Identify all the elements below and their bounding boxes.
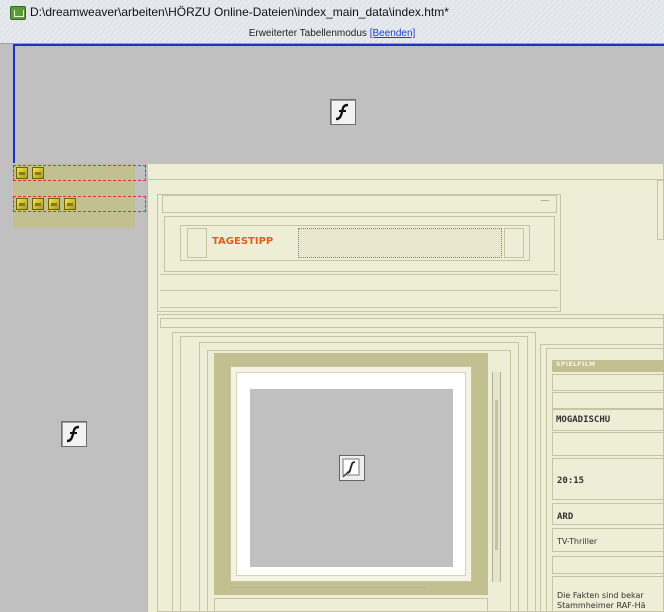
- program-description-line1: Die Fakten sind bekar: [557, 591, 644, 600]
- top-table-row: [147, 163, 664, 180]
- tagestipp-footer-rows: [160, 274, 558, 308]
- info-row: [552, 432, 664, 456]
- flash-icon: [330, 99, 356, 125]
- exit-mode-link[interactable]: [Beenden]: [370, 28, 416, 39]
- program-genre: TV-Thriller: [557, 537, 598, 546]
- dreamweaver-document-icon: [10, 6, 26, 20]
- right-edge-cell: [657, 180, 664, 240]
- gold-nav-icon[interactable]: [48, 198, 60, 210]
- corner-mark: [541, 200, 549, 208]
- tagestipp-label[interactable]: TAGESTIPP: [212, 236, 273, 247]
- image-left-band: [214, 366, 230, 582]
- table-mode-bar: Erweiterter Tabellenmodus [Beenden]: [0, 28, 664, 39]
- gold-nav-icon[interactable]: [32, 167, 44, 179]
- tagestipp-right-cell: [504, 228, 524, 258]
- divider: [160, 290, 558, 291]
- image-right-band: [472, 366, 488, 582]
- tagestipp-top-row: [162, 195, 557, 213]
- image-placeholder-icon: [339, 455, 365, 481]
- table-mode-label: Erweiterter Tabellenmodus: [248, 28, 370, 39]
- divider: [230, 587, 426, 588]
- program-time: 20:15: [557, 476, 585, 486]
- gold-nav-icon[interactable]: [64, 198, 76, 210]
- content-top-row: [160, 318, 664, 328]
- image-bottom-band: [214, 582, 488, 595]
- info-row: [552, 392, 664, 409]
- program-channel: ARD: [557, 512, 574, 522]
- info-row: [552, 374, 664, 391]
- program-description-line2: Stammheimer RAF-Hä: [557, 601, 646, 610]
- scroll-thumb[interactable]: [495, 400, 498, 550]
- spielfilm-badge: SPIELFILM: [556, 361, 596, 368]
- gold-nav-icon[interactable]: [16, 167, 28, 179]
- tagestipp-content-cell[interactable]: [298, 228, 502, 258]
- gold-nav-icon[interactable]: [16, 198, 28, 210]
- flash-icon: [61, 421, 87, 447]
- image-top-band: [214, 353, 488, 366]
- info-row: [552, 556, 664, 574]
- teaser-footer-row: [214, 598, 488, 612]
- program-title[interactable]: MOGADISCHU: [556, 415, 610, 425]
- nav-row-divider: [13, 180, 146, 181]
- window-title: D:\dreamweaver\arbeiten\HÖRZU Online-Dat…: [30, 5, 449, 19]
- gold-nav-icon[interactable]: [32, 198, 44, 210]
- tagestipp-left-cell: [187, 228, 207, 258]
